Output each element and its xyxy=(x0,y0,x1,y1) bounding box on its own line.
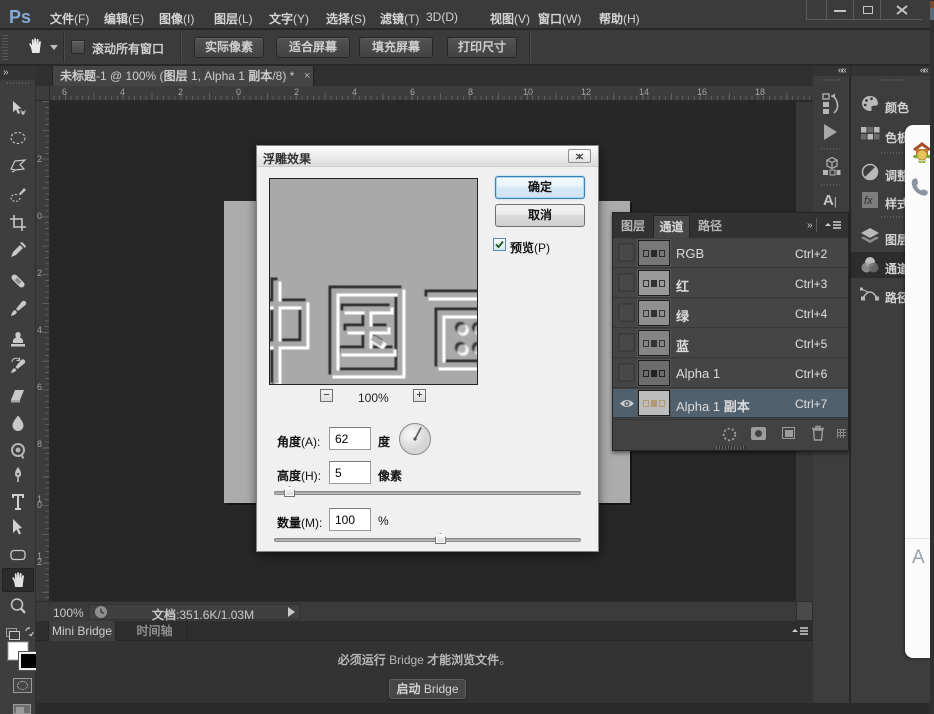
svg-text:fx: fx xyxy=(864,195,873,207)
